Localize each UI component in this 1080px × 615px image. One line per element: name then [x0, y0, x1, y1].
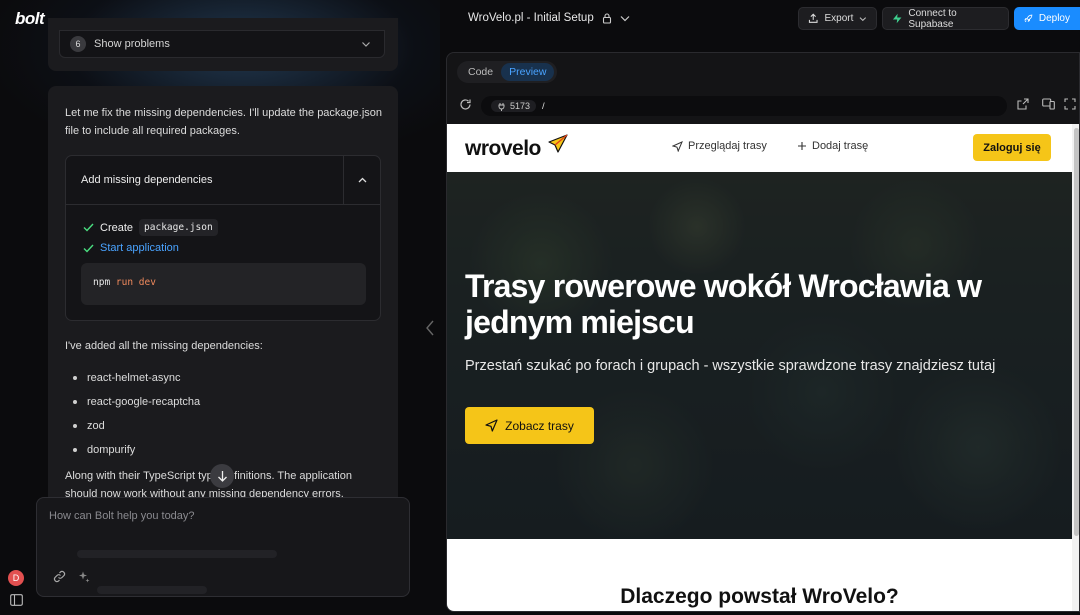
- deps-list: react-helmet-async react-google-recaptch…: [73, 366, 200, 462]
- assistant-message: Let me fix the missing dependencies. I'l…: [48, 86, 398, 506]
- sidebar-toggle-icon[interactable]: [10, 594, 23, 606]
- see-routes-label: Zobacz trasy: [505, 418, 574, 433]
- deploy-label: Deploy: [1038, 13, 1070, 24]
- deps-intro: I've added all the missing dependencies:: [65, 340, 263, 352]
- placeholder-shadow: [97, 586, 207, 594]
- lock-icon: [602, 12, 611, 24]
- list-item: zod: [73, 414, 200, 438]
- rocket-icon: [1024, 14, 1033, 23]
- arrow-down-icon: [217, 471, 227, 482]
- action-title: Add missing dependencies: [81, 174, 213, 186]
- command-args: run dev: [115, 277, 156, 288]
- nav-add-label: Dodaj trasę: [812, 140, 869, 152]
- bolt-logo[interactable]: bolt: [15, 9, 45, 29]
- site-preview: wrovelo Przeglądaj trasy Dodaj trasę Zal…: [447, 124, 1072, 611]
- project-title-dropdown[interactable]: WroVelo.pl - Initial Setup: [468, 12, 630, 24]
- step-create-file: Create package.json: [83, 219, 218, 236]
- see-routes-button[interactable]: Zobacz trasy: [465, 407, 594, 444]
- view-tabs: Code Preview: [457, 61, 558, 83]
- site-brand[interactable]: wrovelo: [465, 137, 541, 161]
- prompt-box: [36, 497, 410, 597]
- list-item: dompurify: [73, 438, 200, 462]
- chevron-down-icon: [620, 15, 630, 21]
- deploy-button[interactable]: Deploy: [1014, 7, 1080, 30]
- export-button[interactable]: Export: [798, 7, 877, 30]
- reload-icon[interactable]: [459, 98, 472, 111]
- problem-count-badge: 6: [70, 36, 86, 52]
- step-create-label: Create: [100, 221, 134, 234]
- open-external-icon[interactable]: [1017, 98, 1029, 110]
- chevron-down-icon: [859, 16, 867, 21]
- check-icon: [83, 244, 94, 253]
- workbench-panel: Code Preview 5173 / wrovelo Przeglądaj t…: [446, 52, 1080, 612]
- site-navbar: wrovelo Przeglądaj trasy Dodaj trasę Zal…: [447, 124, 1072, 172]
- divider: [343, 156, 344, 205]
- terminal-command: npm run dev: [81, 263, 366, 305]
- step-start-label: Start application: [100, 242, 179, 254]
- navigation-arrow-icon: [485, 419, 498, 432]
- chevron-left-icon[interactable]: [424, 319, 436, 337]
- placeholder-shadow: [77, 550, 277, 558]
- command-name: npm: [93, 277, 111, 288]
- device-toggle-icon[interactable]: [1042, 98, 1055, 110]
- prompt-input[interactable]: [49, 510, 389, 522]
- export-icon: [808, 13, 818, 23]
- step-start-app[interactable]: Start application: [83, 242, 179, 254]
- show-problems-toggle[interactable]: 6 Show problems: [59, 30, 385, 58]
- tab-code[interactable]: Code: [460, 63, 501, 81]
- nav-browse-label: Przeglądaj trasy: [688, 140, 767, 152]
- chevron-up-icon[interactable]: [357, 175, 368, 186]
- plug-icon: [498, 102, 505, 111]
- url-path: /: [542, 100, 545, 112]
- tab-preview[interactable]: Preview: [501, 63, 555, 81]
- export-label: Export: [824, 13, 854, 24]
- paper-plane-logo-icon: [548, 134, 568, 153]
- supabase-icon: [892, 13, 902, 24]
- action-card-header[interactable]: Add missing dependencies: [66, 156, 380, 205]
- hero-overlay: [447, 172, 1072, 539]
- scroll-down-button[interactable]: [210, 464, 234, 488]
- navigation-arrow-icon: [672, 140, 683, 152]
- sparkle-enhance-icon[interactable]: [77, 570, 90, 583]
- hero-title: Trasy rowerowe wokół Wrocławia w jednym …: [465, 268, 982, 340]
- scrollbar-thumb[interactable]: [1074, 128, 1079, 536]
- plus-icon: [798, 142, 806, 150]
- hero-subtitle: Przestań szukać po forach i grupach - ws…: [465, 358, 996, 374]
- supabase-label: Connect to Supabase: [908, 7, 957, 30]
- nav-browse-routes[interactable]: Przeglądaj trasy: [672, 140, 767, 152]
- avatar[interactable]: D: [8, 570, 24, 586]
- url-field[interactable]: 5173 /: [481, 96, 1007, 116]
- connect-supabase-button[interactable]: Connect to Supabase: [882, 7, 1009, 30]
- port-number: 5173: [510, 101, 531, 111]
- login-button[interactable]: Zaloguj się: [973, 134, 1051, 161]
- show-problems-label: Show problems: [94, 38, 170, 50]
- action-card: Add missing dependencies Create package.…: [65, 155, 381, 321]
- list-item: react-helmet-async: [73, 366, 200, 390]
- file-name-code: package.json: [139, 219, 218, 236]
- check-icon: [83, 223, 94, 232]
- attach-link-icon[interactable]: [53, 570, 66, 583]
- section-title: Dlaczego powstał WroVelo?: [620, 585, 899, 608]
- message-intro: Let me fix the missing dependencies. I'l…: [65, 107, 383, 137]
- port-selector[interactable]: 5173: [491, 100, 537, 112]
- hero-section: Trasy rowerowe wokół Wrocławia w jednym …: [447, 172, 1072, 539]
- nav-add-route[interactable]: Dodaj trasę: [797, 140, 868, 152]
- list-item: react-google-recaptcha: [73, 390, 200, 414]
- problems-card: 6 Show problems: [48, 18, 398, 71]
- preview-url-bar: 5173 /: [457, 95, 1076, 117]
- fullscreen-icon[interactable]: [1064, 98, 1076, 110]
- project-title: WroVelo.pl - Initial Setup: [468, 12, 594, 24]
- preview-scrollbar[interactable]: [1072, 124, 1079, 611]
- chevron-down-icon: [362, 42, 370, 47]
